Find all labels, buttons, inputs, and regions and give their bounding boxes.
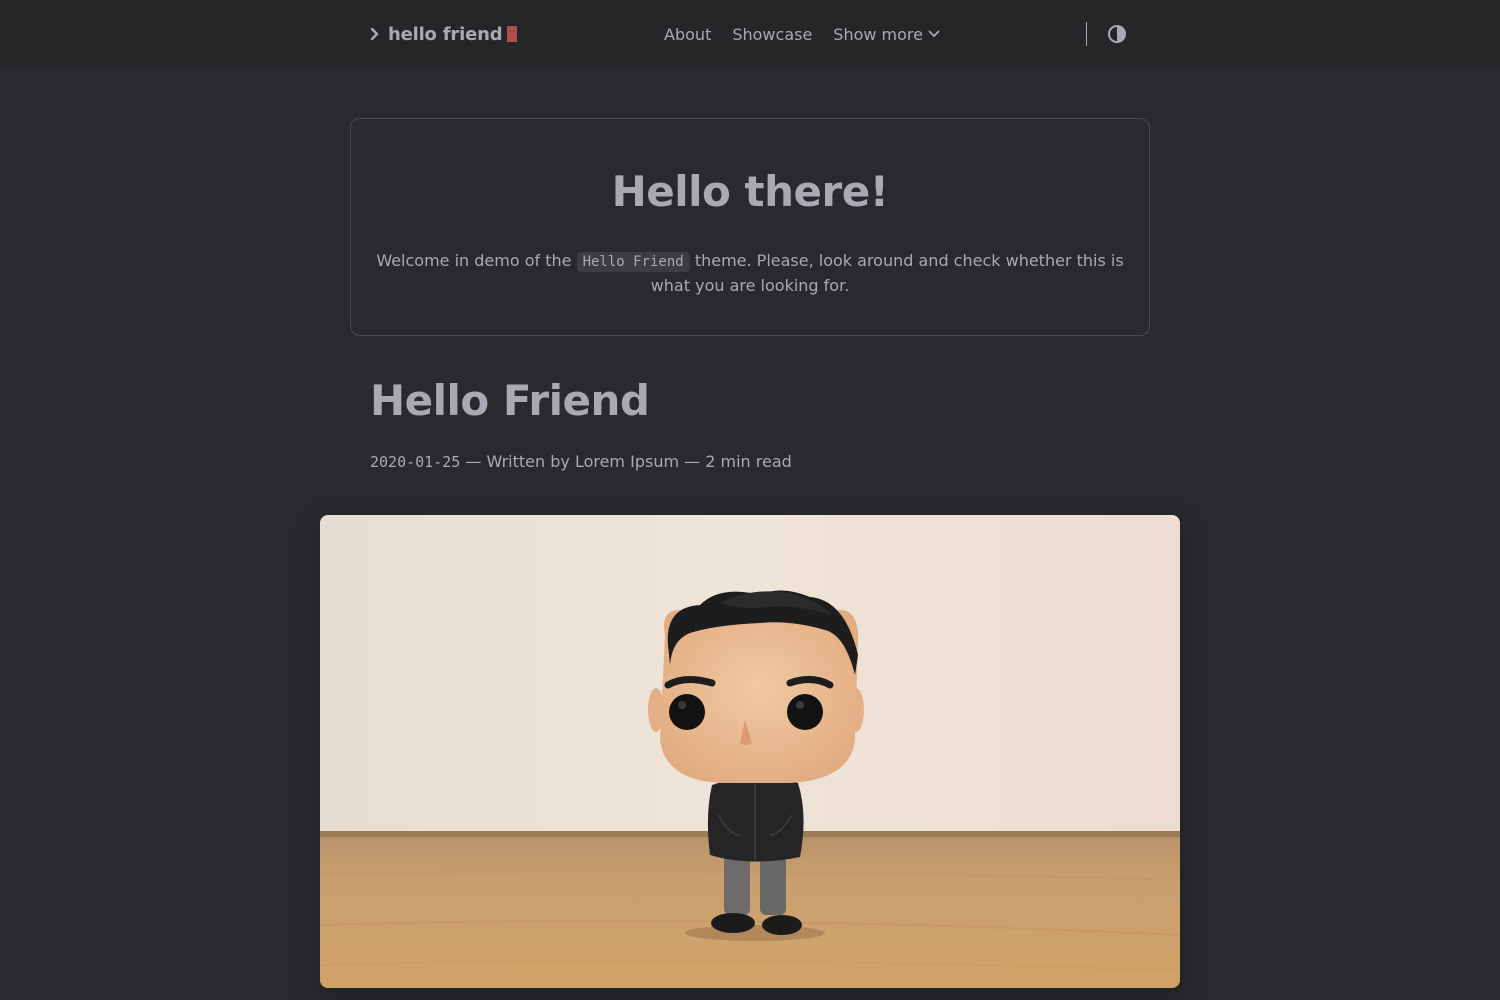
logo-text: hello friend [388,23,503,45]
post-author: — Written by Lorem Ipsum — [460,452,706,471]
hero-title: Hello there! [611,167,889,216]
nav-item-showcase[interactable]: Showcase [732,25,812,44]
chevron-right-icon [370,28,380,40]
hero-text-after: theme. Please, look around and check whe… [650,251,1124,295]
logo-cursor [507,26,518,42]
main-nav: About Showcase Show more [664,20,940,48]
funko-figure-illustration [320,515,1180,988]
nav-divider [1086,22,1087,46]
post-title[interactable]: Hello Friend [370,376,650,425]
post-cover-image[interactable] [320,515,1180,988]
nav-item-about[interactable]: About [664,25,711,44]
nav-item-show-more-label: Show more [833,24,923,44]
hero-text-before: Welcome in demo of the [376,251,577,270]
site-header: hello friend About Showcase Show more [0,0,1500,68]
post-date: 2020-01-25 [370,453,461,471]
hero-code: Hello Friend [576,252,690,272]
hero-text: Welcome in demo of the Hello Friend them… [371,249,1129,298]
post-read-time: 2 min read [705,452,792,471]
half-circle-contrast-icon[interactable] [1107,24,1127,44]
hero-frame: Hello there! Welcome in demo of the Hell… [350,118,1150,336]
post-meta: 2020-01-25 — Written by Lorem Ipsum — 2 … [370,452,792,471]
nav-item-show-more[interactable]: Show more [833,25,940,44]
site-logo[interactable]: hello friend [370,20,518,48]
chevron-down-icon [928,30,940,37]
